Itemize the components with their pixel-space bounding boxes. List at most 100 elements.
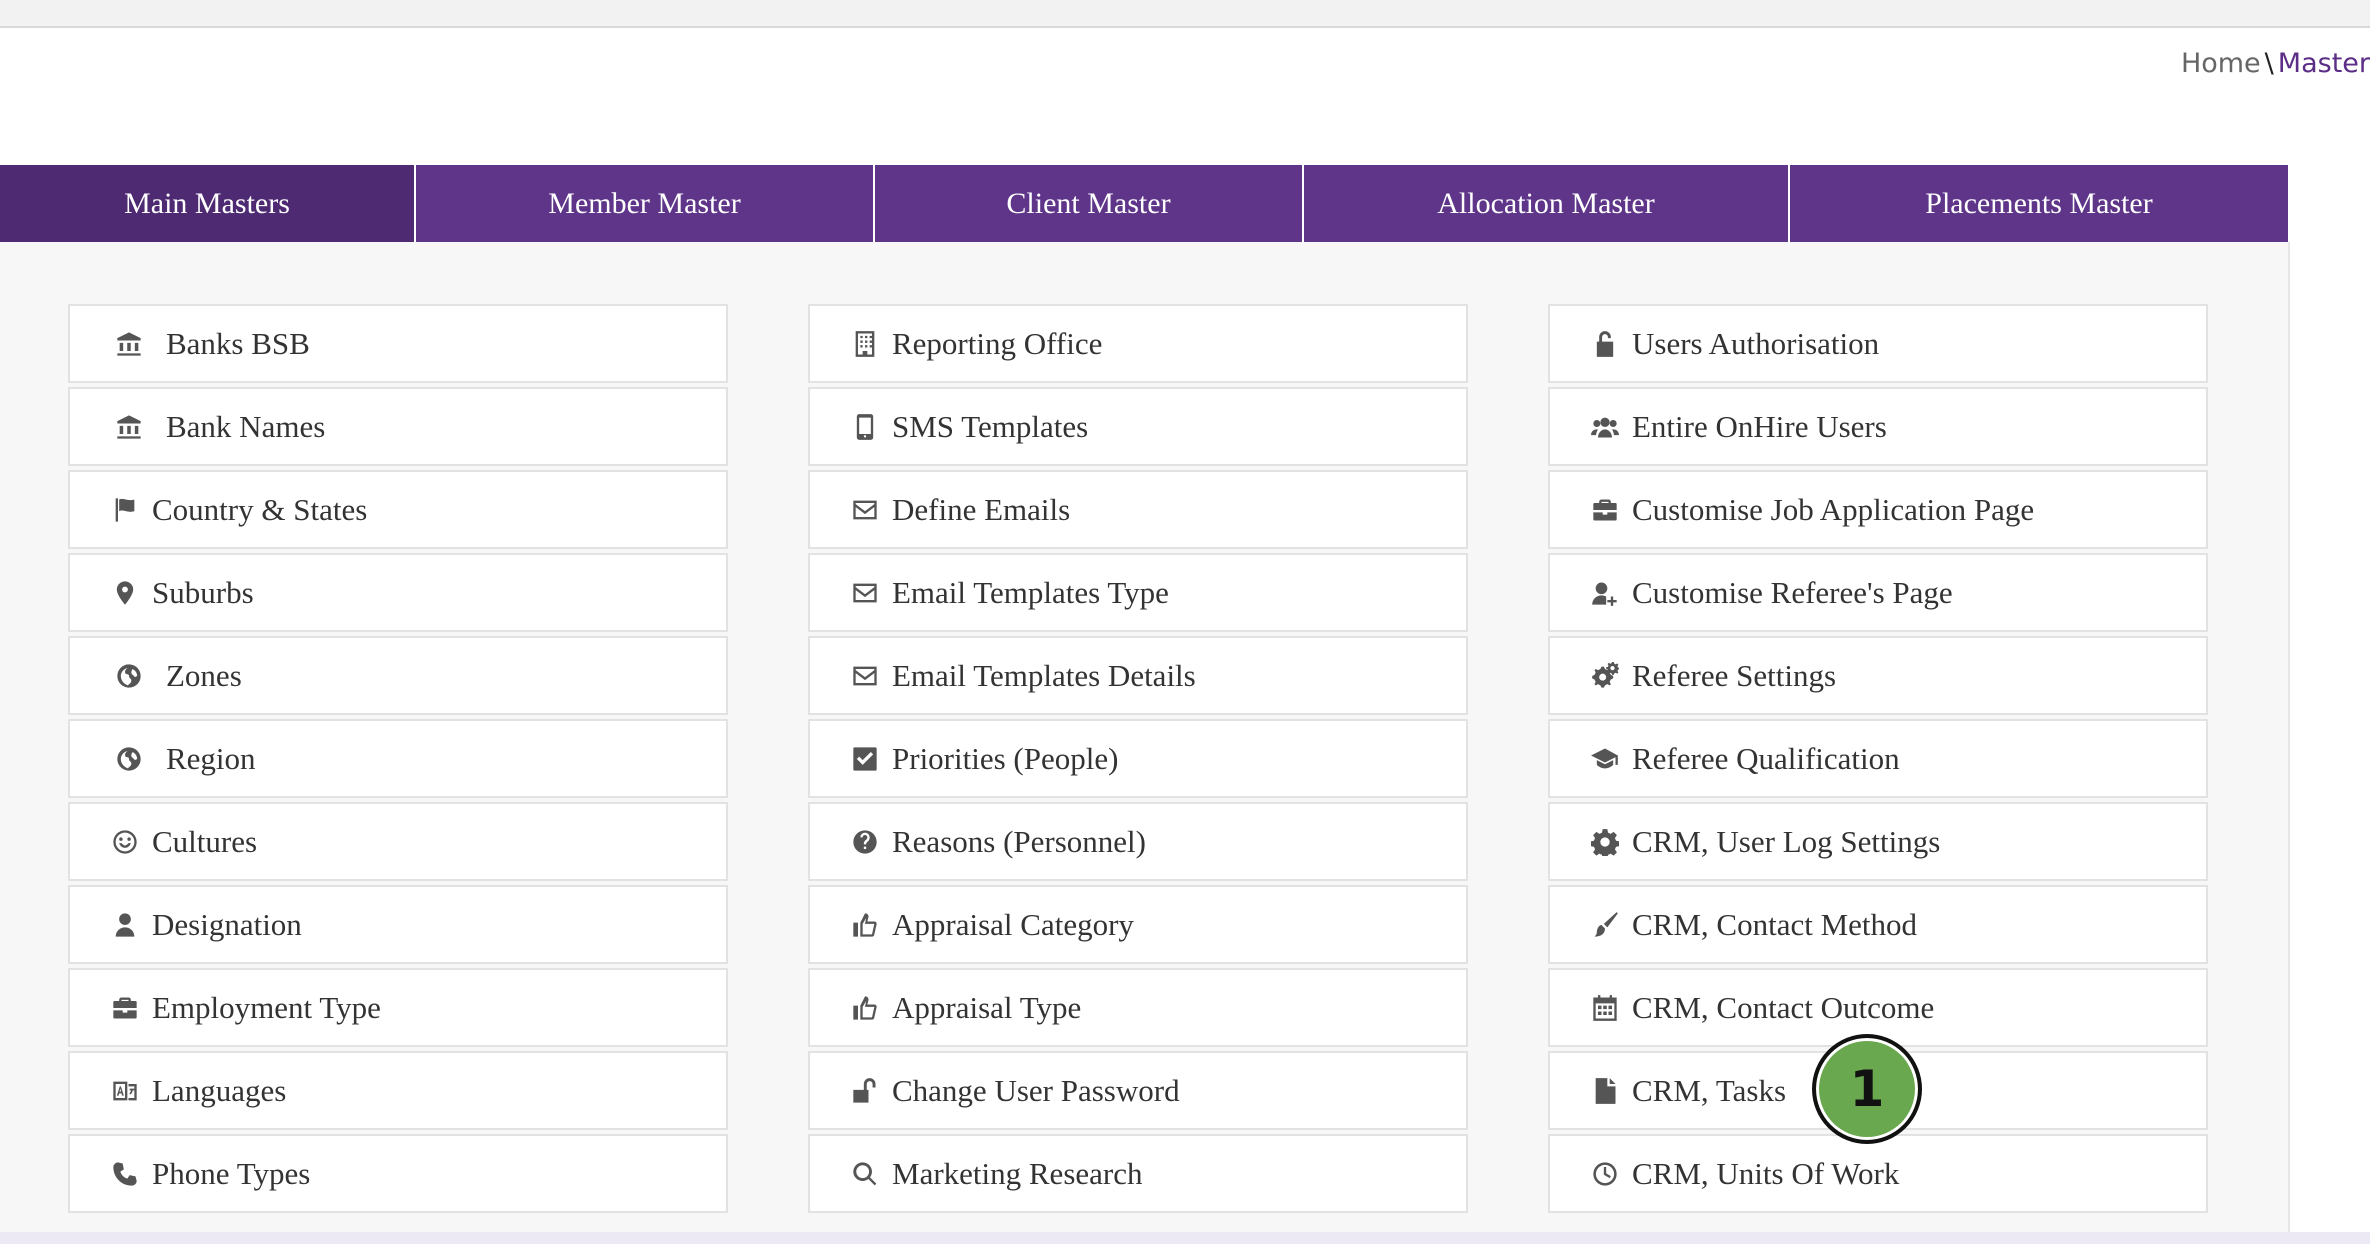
master-link-banks-bsb[interactable]: Banks BSB	[68, 304, 728, 383]
paint-brush-icon-glyph	[1594, 911, 1618, 937]
master-link-referee-settings[interactable]: Referee Settings	[1548, 636, 2208, 715]
master-link-label: CRM, Contact Outcome	[1632, 989, 1935, 1025]
master-link-cultures[interactable]: Cultures	[68, 802, 728, 881]
smile-icon-glyph	[113, 829, 137, 854]
master-link-users-authorisation[interactable]: Users Authorisation	[1548, 304, 2208, 383]
master-link-label: Bank Names	[166, 408, 326, 444]
master-link-customise-job-application-page[interactable]: Customise Job Application Page	[1548, 470, 2208, 549]
master-link-sms-templates[interactable]: SMS Templates	[808, 387, 1468, 466]
master-link-crm-units-of-work[interactable]: CRM, Units Of Work	[1548, 1134, 2208, 1213]
master-link-suburbs[interactable]: Suburbs	[68, 553, 728, 632]
master-link-label: CRM, Contact Method	[1632, 906, 1918, 942]
master-link-label: Entire OnHire Users	[1632, 408, 1887, 444]
master-link-label: Priorities (People)	[892, 740, 1119, 776]
breadcrumb-current: Master	[2277, 48, 2370, 79]
master-link-employment-type[interactable]: Employment Type	[68, 968, 728, 1047]
master-link-label: Cultures	[152, 823, 258, 859]
master-link-zones[interactable]: Zones	[68, 636, 728, 715]
master-link-appraisal-category[interactable]: Appraisal Category	[808, 885, 1468, 964]
master-link-label: Referee Settings	[1632, 657, 1837, 693]
graduation-cap-icon	[1590, 744, 1620, 774]
master-link-entire-onhire-users[interactable]: Entire OnHire Users	[1548, 387, 2208, 466]
tab-placements-master[interactable]: Placements Master	[1790, 165, 2288, 242]
master-link-label: Email Templates Type	[892, 574, 1169, 610]
envelope-icon-glyph	[853, 583, 877, 602]
master-link-label: Region	[166, 740, 256, 776]
master-link-appraisal-type[interactable]: Appraisal Type	[808, 968, 1468, 1047]
master-link-label: CRM, User Log Settings	[1632, 823, 1941, 859]
check-square-icon-glyph	[853, 746, 877, 771]
tab-main-masters[interactable]: Main Masters	[0, 165, 416, 242]
clock-icon-glyph	[1593, 1161, 1617, 1186]
tab-allocation-master[interactable]: Allocation Master	[1304, 165, 1790, 242]
master-link-crm-user-log-settings[interactable]: CRM, User Log Settings	[1548, 802, 2208, 881]
briefcase-icon-glyph	[1593, 499, 1617, 520]
flag-icon	[110, 495, 140, 525]
briefcase-icon	[110, 993, 140, 1023]
master-link-label: Referee Qualification	[1632, 740, 1900, 776]
master-link-change-user-password[interactable]: Change User Password	[808, 1051, 1468, 1130]
master-link-priorities-people[interactable]: Priorities (People)	[808, 719, 1468, 798]
master-link-label: Change User Password	[892, 1072, 1180, 1108]
envelope-icon	[850, 661, 880, 691]
master-link-marketing-research[interactable]: Marketing Research	[808, 1134, 1468, 1213]
master-link-label: CRM, Tasks	[1632, 1072, 1787, 1108]
bank-icon	[110, 329, 148, 359]
bottom-bar	[0, 1232, 2370, 1244]
globe-icon	[110, 744, 148, 774]
user-plus-icon	[1590, 578, 1620, 608]
master-link-label: Email Templates Details	[892, 657, 1196, 693]
master-link-languages[interactable]: Languages	[68, 1051, 728, 1130]
master-link-bank-names[interactable]: Bank Names	[68, 387, 728, 466]
user-icon-glyph	[115, 912, 135, 937]
master-link-reporting-office[interactable]: Reporting Office	[808, 304, 1468, 383]
master-link-label: Customise Job Application Page	[1632, 491, 2035, 527]
master-link-phone-types[interactable]: Phone Types	[68, 1134, 728, 1213]
envelope-icon-glyph	[853, 500, 877, 519]
step-marker-label: 1	[1849, 1060, 1885, 1118]
file-icon-glyph	[1595, 1077, 1616, 1104]
tab-member-master[interactable]: Member Master	[416, 165, 875, 242]
breadcrumb-home-link[interactable]: Home	[2181, 48, 2261, 79]
master-link-label: Appraisal Type	[892, 989, 1082, 1025]
phone-icon	[110, 1159, 140, 1189]
master-link-customise-referee-s-page[interactable]: Customise Referee's Page	[1548, 553, 2208, 632]
master-link-crm-contact-method[interactable]: CRM, Contact Method	[1548, 885, 2208, 964]
thumbs-up-icon-glyph	[853, 995, 877, 1020]
user-plus-icon-glyph	[1592, 582, 1617, 606]
breadcrumb: Home \ Master	[2181, 48, 2370, 79]
master-link-region[interactable]: Region	[68, 719, 728, 798]
master-link-email-templates-details[interactable]: Email Templates Details	[808, 636, 1468, 715]
master-link-email-templates-type[interactable]: Email Templates Type	[808, 553, 1468, 632]
bank-icon	[110, 412, 148, 442]
master-link-label: Users Authorisation	[1632, 325, 1880, 361]
mobile-icon	[850, 412, 880, 442]
thumbs-up-icon	[850, 993, 880, 1023]
user-icon	[110, 910, 140, 940]
tab-client-master[interactable]: Client Master	[875, 165, 1304, 242]
master-link-define-emails[interactable]: Define Emails	[808, 470, 1468, 549]
unlock-icon	[850, 1076, 880, 1106]
master-link-designation[interactable]: Designation	[68, 885, 728, 964]
search-icon	[850, 1159, 880, 1189]
master-link-label: Customise Referee's Page	[1632, 574, 1953, 610]
smile-icon	[110, 827, 140, 857]
language-icon	[110, 1076, 140, 1106]
unlock-icon-glyph	[853, 1077, 876, 1103]
master-link-referee-qualification[interactable]: Referee Qualification	[1548, 719, 2208, 798]
master-link-label: Reporting Office	[892, 325, 1103, 361]
master-link-label: CRM, Units Of Work	[1632, 1155, 1900, 1191]
users-icon	[1590, 412, 1620, 442]
envelope-icon-glyph	[853, 666, 877, 685]
language-icon-glyph	[113, 1081, 137, 1100]
master-link-reasons-personnel[interactable]: Reasons (Personnel)	[808, 802, 1468, 881]
cog-icon-glyph	[1591, 828, 1619, 856]
masters-panel: Banks BSB Bank Names Country & States Subur…	[0, 242, 2290, 1232]
master-link-country-states[interactable]: Country & States	[68, 470, 728, 549]
master-link-label: Phone Types	[152, 1155, 311, 1191]
masters-column-2: Reporting Office SMS Templates Define Emai…	[808, 304, 1468, 1217]
thumbs-up-icon	[850, 910, 880, 940]
thumbs-up-icon-glyph	[853, 912, 877, 937]
bank-icon-glyph	[117, 414, 141, 439]
master-link-label: Employment Type	[152, 989, 381, 1025]
